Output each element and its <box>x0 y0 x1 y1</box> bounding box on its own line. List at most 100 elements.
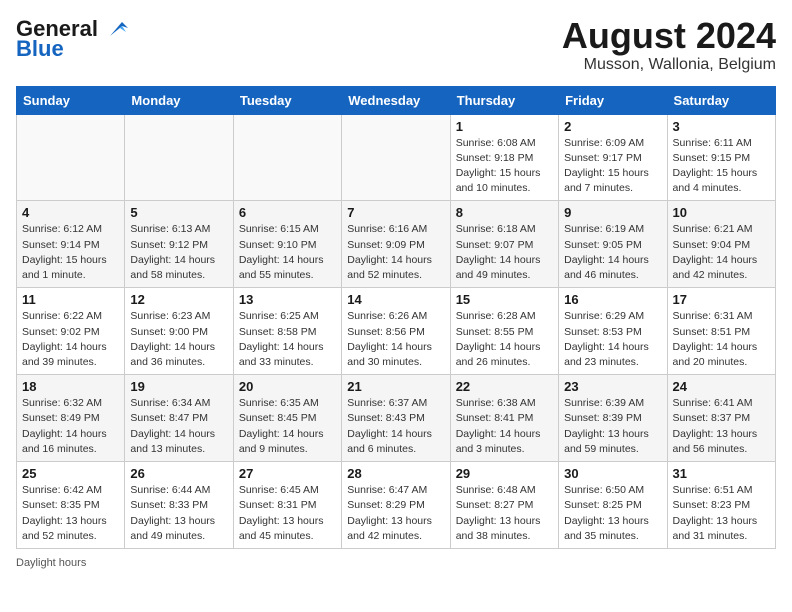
day-number: 20 <box>239 379 336 394</box>
day-info: Sunrise: 6:08 AM Sunset: 9:18 PM Dayligh… <box>456 136 553 197</box>
calendar-cell: 9 Sunrise: 6:19 AM Sunset: 9:05 PM Daylig… <box>559 201 667 288</box>
day-info: Sunrise: 6:48 AM Sunset: 8:27 PM Dayligh… <box>456 483 553 544</box>
day-info: Sunrise: 6:11 AM Sunset: 9:15 PM Dayligh… <box>673 136 770 197</box>
day-header-wednesday: Wednesday <box>342 86 450 114</box>
day-info: Sunrise: 6:09 AM Sunset: 9:17 PM Dayligh… <box>564 136 661 197</box>
day-info: Sunrise: 6:29 AM Sunset: 8:53 PM Dayligh… <box>564 309 661 370</box>
day-info: Sunrise: 6:25 AM Sunset: 8:58 PM Dayligh… <box>239 309 336 370</box>
day-number: 15 <box>456 292 553 307</box>
calendar-cell: 2 Sunrise: 6:09 AM Sunset: 9:17 PM Daylig… <box>559 114 667 201</box>
day-info: Sunrise: 6:23 AM Sunset: 9:00 PM Dayligh… <box>130 309 227 370</box>
calendar-cell: 15 Sunrise: 6:28 AM Sunset: 8:55 PM Dayli… <box>450 288 558 375</box>
day-info: Sunrise: 6:18 AM Sunset: 9:07 PM Dayligh… <box>456 222 553 283</box>
day-number: 5 <box>130 205 227 220</box>
calendar-cell: 23Sunrise: 6:39 AM Sunset: 8:39 PM Dayli… <box>559 375 667 462</box>
day-header-sunday: Sunday <box>17 86 125 114</box>
logo-bird-icon <box>100 18 130 40</box>
day-number: 18 <box>22 379 119 394</box>
calendar-cell <box>233 114 341 201</box>
day-number: 21 <box>347 379 444 394</box>
calendar-cell: 8 Sunrise: 6:18 AM Sunset: 9:07 PM Daylig… <box>450 201 558 288</box>
day-info: Sunrise: 6:12 AM Sunset: 9:14 PM Dayligh… <box>22 222 119 283</box>
calendar-week-3: 11Sunrise: 6:22 AM Sunset: 9:02 PM Dayli… <box>17 288 776 375</box>
day-number: 8 <box>456 205 553 220</box>
calendar-cell: 31 Sunrise: 6:51 AM Sunset: 8:23 PM Dayli… <box>667 462 775 549</box>
calendar-cell: 20 Sunrise: 6:35 AM Sunset: 8:45 PM Dayli… <box>233 375 341 462</box>
calendar-week-5: 25Sunrise: 6:42 AM Sunset: 8:35 PM Dayli… <box>17 462 776 549</box>
day-number: 6 <box>239 205 336 220</box>
day-number: 9 <box>564 205 661 220</box>
calendar-cell: 19Sunrise: 6:34 AM Sunset: 8:47 PM Dayli… <box>125 375 233 462</box>
calendar-cell: 29 Sunrise: 6:48 AM Sunset: 8:27 PM Dayli… <box>450 462 558 549</box>
day-number: 16 <box>564 292 661 307</box>
day-number: 7 <box>347 205 444 220</box>
calendar-cell: 12Sunrise: 6:23 AM Sunset: 9:00 PM Dayli… <box>125 288 233 375</box>
day-info: Sunrise: 6:31 AM Sunset: 8:51 PM Dayligh… <box>673 309 770 370</box>
calendar-cell: 1 Sunrise: 6:08 AM Sunset: 9:18 PM Daylig… <box>450 114 558 201</box>
day-info: Sunrise: 6:50 AM Sunset: 8:25 PM Dayligh… <box>564 483 661 544</box>
day-info: Sunrise: 6:41 AM Sunset: 8:37 PM Dayligh… <box>673 396 770 457</box>
calendar-cell: 10Sunrise: 6:21 AM Sunset: 9:04 PM Dayli… <box>667 201 775 288</box>
calendar-cell: 11Sunrise: 6:22 AM Sunset: 9:02 PM Dayli… <box>17 288 125 375</box>
calendar-cell <box>342 114 450 201</box>
day-number: 3 <box>673 119 770 134</box>
day-info: Sunrise: 6:19 AM Sunset: 9:05 PM Dayligh… <box>564 222 661 283</box>
calendar-body: 1 Sunrise: 6:08 AM Sunset: 9:18 PM Daylig… <box>17 114 776 548</box>
day-number: 26 <box>130 466 227 481</box>
day-number: 29 <box>456 466 553 481</box>
title-block: August 2024 Musson, Wallonia, Belgium <box>562 16 776 74</box>
day-number: 10 <box>673 205 770 220</box>
calendar-table: SundayMondayTuesdayWednesdayThursdayFrid… <box>16 86 776 549</box>
day-info: Sunrise: 6:26 AM Sunset: 8:56 PM Dayligh… <box>347 309 444 370</box>
day-header-friday: Friday <box>559 86 667 114</box>
logo: General Blue <box>16 16 130 62</box>
calendar-cell: 27 Sunrise: 6:45 AM Sunset: 8:31 PM Dayli… <box>233 462 341 549</box>
calendar-cell <box>125 114 233 201</box>
calendar-cell: 13 Sunrise: 6:25 AM Sunset: 8:58 PM Dayli… <box>233 288 341 375</box>
day-number: 30 <box>564 466 661 481</box>
calendar-week-1: 1 Sunrise: 6:08 AM Sunset: 9:18 PM Daylig… <box>17 114 776 201</box>
calendar-week-4: 18 Sunrise: 6:32 AM Sunset: 8:49 PM Dayli… <box>17 375 776 462</box>
calendar-cell: 21 Sunrise: 6:37 AM Sunset: 8:43 PM Dayli… <box>342 375 450 462</box>
day-header-saturday: Saturday <box>667 86 775 114</box>
day-info: Sunrise: 6:42 AM Sunset: 8:35 PM Dayligh… <box>22 483 119 544</box>
day-info: Sunrise: 6:51 AM Sunset: 8:23 PM Dayligh… <box>673 483 770 544</box>
day-number: 19 <box>130 379 227 394</box>
calendar-cell: 5 Sunrise: 6:13 AM Sunset: 9:12 PM Daylig… <box>125 201 233 288</box>
calendar-cell: 18 Sunrise: 6:32 AM Sunset: 8:49 PM Dayli… <box>17 375 125 462</box>
day-header-thursday: Thursday <box>450 86 558 114</box>
day-number: 17 <box>673 292 770 307</box>
calendar-cell: 3 Sunrise: 6:11 AM Sunset: 9:15 PM Daylig… <box>667 114 775 201</box>
calendar-cell: 28 Sunrise: 6:47 AM Sunset: 8:29 PM Dayli… <box>342 462 450 549</box>
calendar-cell <box>17 114 125 201</box>
day-header-monday: Monday <box>125 86 233 114</box>
day-number: 2 <box>564 119 661 134</box>
day-number: 13 <box>239 292 336 307</box>
calendar-cell: 7Sunrise: 6:16 AM Sunset: 9:09 PM Daylig… <box>342 201 450 288</box>
calendar-cell: 16 Sunrise: 6:29 AM Sunset: 8:53 PM Dayli… <box>559 288 667 375</box>
month-year-title: August 2024 <box>562 16 776 56</box>
day-info: Sunrise: 6:32 AM Sunset: 8:49 PM Dayligh… <box>22 396 119 457</box>
logo-blue: Blue <box>16 36 64 62</box>
page-header: General Blue August 2024 Musson, Walloni… <box>16 16 776 74</box>
day-info: Sunrise: 6:47 AM Sunset: 8:29 PM Dayligh… <box>347 483 444 544</box>
day-info: Sunrise: 6:35 AM Sunset: 8:45 PM Dayligh… <box>239 396 336 457</box>
day-number: 27 <box>239 466 336 481</box>
day-number: 28 <box>347 466 444 481</box>
day-info: Sunrise: 6:45 AM Sunset: 8:31 PM Dayligh… <box>239 483 336 544</box>
day-header-tuesday: Tuesday <box>233 86 341 114</box>
calendar-cell: 25Sunrise: 6:42 AM Sunset: 8:35 PM Dayli… <box>17 462 125 549</box>
calendar-header: SundayMondayTuesdayWednesdayThursdayFrid… <box>17 86 776 114</box>
day-number: 14 <box>347 292 444 307</box>
day-number: 23 <box>564 379 661 394</box>
day-number: 1 <box>456 119 553 134</box>
day-number: 22 <box>456 379 553 394</box>
calendar-cell: 22Sunrise: 6:38 AM Sunset: 8:41 PM Dayli… <box>450 375 558 462</box>
day-number: 24 <box>673 379 770 394</box>
day-info: Sunrise: 6:37 AM Sunset: 8:43 PM Dayligh… <box>347 396 444 457</box>
days-of-week-row: SundayMondayTuesdayWednesdayThursdayFrid… <box>17 86 776 114</box>
day-number: 4 <box>22 205 119 220</box>
day-number: 31 <box>673 466 770 481</box>
day-info: Sunrise: 6:13 AM Sunset: 9:12 PM Dayligh… <box>130 222 227 283</box>
day-info: Sunrise: 6:28 AM Sunset: 8:55 PM Dayligh… <box>456 309 553 370</box>
